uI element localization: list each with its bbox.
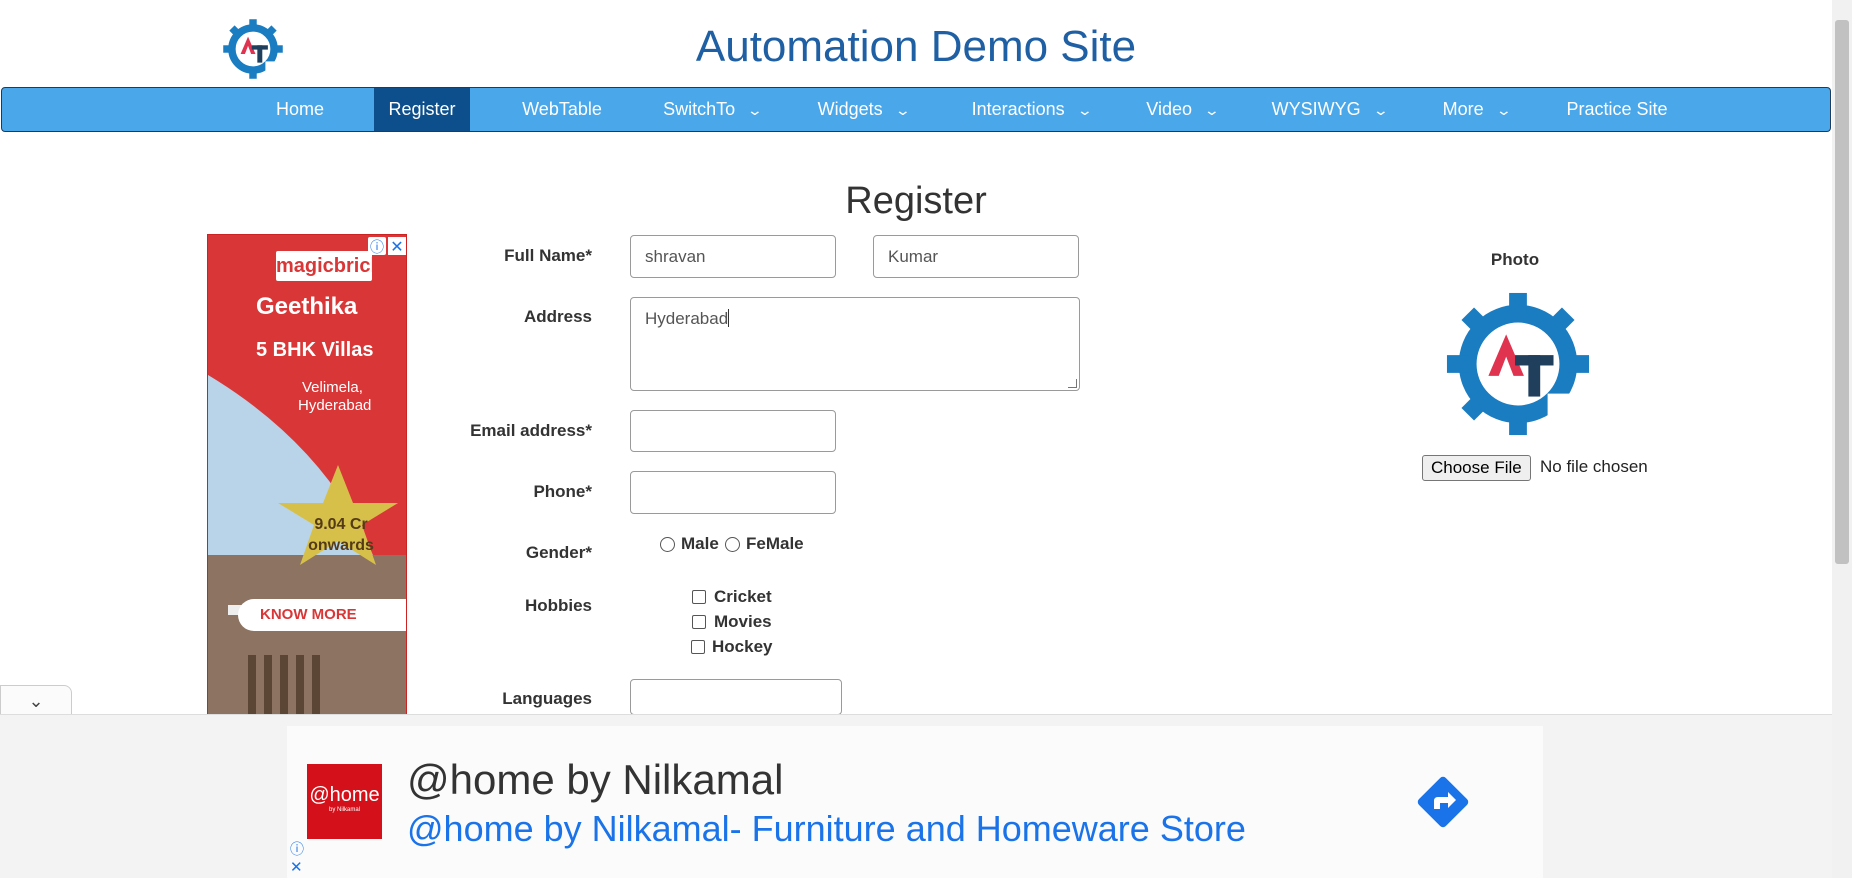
hobby-movies-checkbox[interactable] <box>692 615 706 629</box>
nav-widgets[interactable]: Widgets ⌄ <box>808 88 918 131</box>
page-title: Register <box>845 180 987 222</box>
languages-multiselect[interactable] <box>630 679 842 715</box>
hobbies-label: Hobbies <box>524 596 592 615</box>
nav-wysiwyg[interactable]: WYSIWYG ⌄ <box>1264 88 1394 131</box>
gender-label: Gender* <box>525 543 592 562</box>
ad-close-icon[interactable]: ✕ <box>290 858 303 876</box>
last-name-input[interactable]: Kumar <box>873 235 1079 278</box>
bottom-advertisement[interactable]: @home by Nilkamal @home by Nilkamal @hom… <box>287 726 1543 878</box>
nav-interactions-label: Interactions <box>971 99 1065 119</box>
gear-logo-icon <box>1446 292 1592 438</box>
main-navbar: Home Register WebTable SwitchTo ⌄ Widgets… <box>1 87 1831 132</box>
site-title: Automation Demo Site <box>695 22 1137 71</box>
phone-label: Phone* <box>533 482 592 501</box>
ad-logo-text: @home <box>309 784 380 806</box>
chevron-down-icon: ⌄ <box>1203 102 1221 118</box>
file-status-text: No file chosen <box>1540 457 1648 476</box>
chevron-down-icon: ⌄ <box>1495 102 1512 118</box>
nav-switchto-label: SwitchTo <box>663 99 736 119</box>
ad-brand-logo: @home by Nilkamal <box>307 764 382 839</box>
address-label: Address <box>523 307 592 326</box>
collapse-ad-button[interactable]: ⌄ <box>0 685 72 716</box>
email-label: Email address* <box>470 421 592 440</box>
nav-widgets-label: Widgets <box>817 99 883 119</box>
scrollbar-thumb[interactable] <box>1835 20 1849 564</box>
chevron-down-icon: ⌄ <box>1076 102 1093 118</box>
photo-label: Photo <box>1490 250 1540 269</box>
nav-register-label: Register <box>388 99 456 119</box>
nav-video[interactable]: Video ⌄ <box>1132 88 1232 131</box>
profile-photo <box>1444 290 1592 438</box>
choose-file-button[interactable]: Choose File <box>1422 455 1531 481</box>
email-input[interactable] <box>630 410 836 452</box>
gender-male-radio[interactable] <box>660 537 675 552</box>
nav-practice-site-label: Practice Site <box>1566 99 1668 119</box>
chevron-down-icon: ⌄ <box>746 102 764 118</box>
gender-female-label: FeMale <box>746 534 804 553</box>
phone-input[interactable] <box>630 471 836 514</box>
nav-interactions[interactable]: Interactions ⌄ <box>956 88 1106 131</box>
ad-logo-subtext: by Nilkamal <box>328 807 360 813</box>
nav-wysiwyg-label: WYSIWYG <box>1271 99 1361 119</box>
address-textarea[interactable]: Hyderabad <box>630 297 1080 391</box>
ad-title[interactable]: @home by Nilkamal <box>407 756 783 804</box>
hobby-cricket-label: Cricket <box>714 587 772 606</box>
chevron-down-icon: ⌄ <box>1372 102 1389 118</box>
resize-handle-icon[interactable] <box>1068 379 1077 388</box>
text-caret <box>728 309 730 327</box>
ad-subtitle-link[interactable]: @home by Nilkamal- Furniture and Homewar… <box>407 808 1246 850</box>
chevron-down-icon: ⌄ <box>894 102 911 118</box>
nav-home-label: Home <box>275 99 324 119</box>
hobby-cricket-checkbox[interactable] <box>692 590 706 604</box>
address-text: Hyderabad <box>645 309 729 328</box>
nav-practice-site[interactable]: Practice Site <box>1558 88 1676 131</box>
hobby-hockey-label: Hockey <box>712 637 773 656</box>
hobby-hockey-checkbox[interactable] <box>691 640 705 654</box>
ad-price-line1: 9.04 Cr <box>314 516 368 533</box>
nav-register[interactable]: Register <box>374 88 470 131</box>
ad-info-icon[interactable]: ⓘ <box>290 839 304 859</box>
gender-male-label: Male <box>681 534 719 553</box>
chevron-down-icon: ⌄ <box>28 691 44 711</box>
nav-switchto[interactable]: SwitchTo ⌄ <box>652 88 772 131</box>
nav-webtable-label: WebTable <box>522 99 602 119</box>
nav-home[interactable]: Home <box>250 88 350 131</box>
hobby-movies-label: Movies <box>714 612 772 631</box>
full-name-label: Full Name* <box>504 246 592 265</box>
nav-video-label: Video <box>1146 99 1192 119</box>
nav-more[interactable]: More ⌄ <box>1426 88 1526 131</box>
nav-webtable[interactable]: WebTable <box>512 88 612 131</box>
directions-arrow-icon[interactable] <box>1412 771 1474 833</box>
ad-property-type: 5 BHK Villas <box>256 339 374 361</box>
languages-label: Languages <box>502 689 592 708</box>
first-name-input[interactable]: shravan <box>630 235 836 278</box>
gender-female-radio[interactable] <box>725 537 740 552</box>
nav-more-label: More <box>1442 99 1484 119</box>
